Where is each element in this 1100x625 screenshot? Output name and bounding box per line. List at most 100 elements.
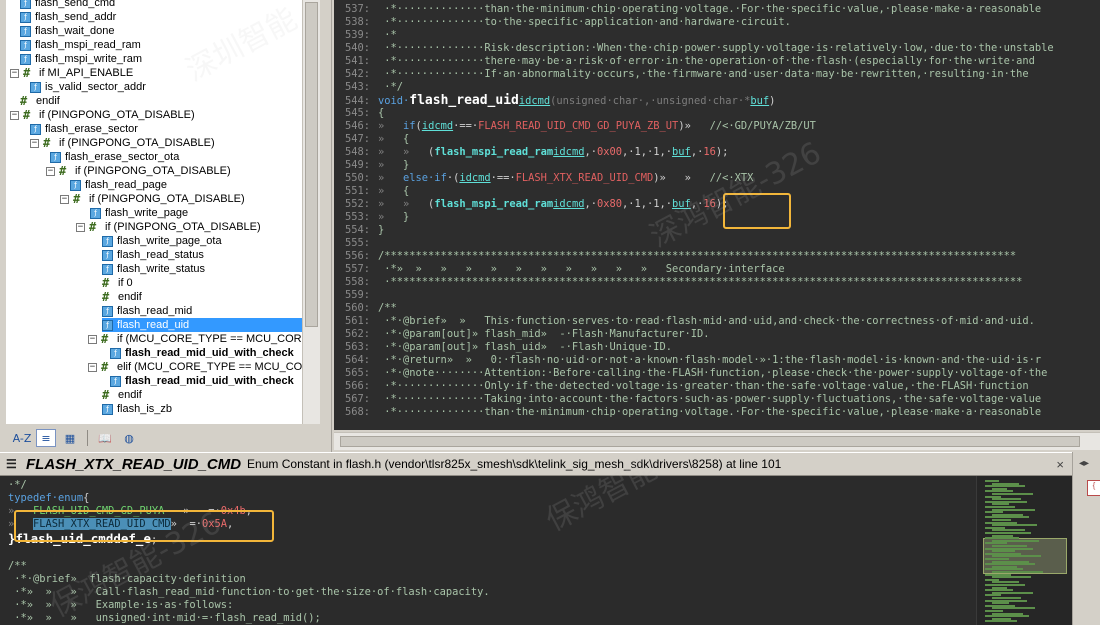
- tree-item[interactable]: ƒ flash_mspi_write_ram: [20, 52, 142, 66]
- tree-item[interactable]: − # elif (MCU_CORE_TYPE == MCU_CORE: [88, 360, 302, 374]
- close-icon[interactable]: ×: [1056, 457, 1064, 472]
- tree-item[interactable]: − # if (PINGPONG_OTA_DISABLE): [10, 108, 195, 122]
- preprocessor-icon: #: [20, 94, 28, 108]
- tree-item[interactable]: ƒ flash_mspi_read_ram: [20, 38, 141, 52]
- collapse-icon[interactable]: −: [10, 68, 19, 78]
- category-view-icon[interactable]: ▦: [60, 429, 80, 447]
- tree-item[interactable]: ƒ flash_write_status: [102, 262, 205, 276]
- tree-item[interactable]: ƒ flash_send_addr: [20, 10, 116, 24]
- scrollbar-thumb[interactable]: [305, 2, 318, 327]
- preprocessor-icon: #: [102, 290, 110, 304]
- source-code-view[interactable]: 537: ·*··············than·the·minimum·ch…: [334, 0, 1100, 430]
- tree-item-label: flash_is_zb: [117, 403, 173, 415]
- scrollbar-thumb[interactable]: [340, 436, 1080, 447]
- tree-item[interactable]: ƒ flash_write_page: [90, 206, 188, 220]
- tree-item[interactable]: ƒ flash_send_cmd: [20, 0, 115, 10]
- tree-item[interactable]: − # if MI_API_ENABLE: [10, 66, 133, 80]
- tree-item[interactable]: ƒ flash_read_status: [102, 248, 204, 262]
- tree-item[interactable]: − # if (PINGPONG_OTA_DISABLE): [60, 192, 245, 206]
- function-icon: ƒ: [30, 81, 41, 93]
- code-text: }: [403, 159, 410, 171]
- tree-item[interactable]: ƒ flash_erase_sector: [30, 122, 138, 136]
- collapse-icon[interactable]: −: [88, 362, 97, 372]
- collapse-icon[interactable]: −: [46, 166, 55, 176]
- tree-item[interactable]: − # if (PINGPONG_OTA_DISABLE): [46, 164, 231, 178]
- tree-item[interactable]: # endif: [102, 290, 142, 304]
- tree-item-label: elif (MCU_CORE_TYPE == MCU_CORE: [117, 361, 302, 373]
- code-line: 546:» if(idcmd·==·FLASH_READ_UID_CMD_GD_…: [334, 120, 816, 133]
- line-number: 560:: [344, 302, 370, 314]
- code-line: 542: ·*··············If·an·abnormality·o…: [334, 68, 1029, 81]
- code-text: ·*·@brief» flash·capacity·definition: [8, 573, 246, 585]
- code-line: ·*/: [8, 479, 27, 492]
- function-icon: ƒ: [102, 305, 113, 317]
- symbol-toolbar: A-Z ≡ ▦ 📖 ◍: [6, 426, 320, 450]
- collapse-icon[interactable]: −: [10, 110, 19, 120]
- globe-icon[interactable]: ◍: [119, 429, 139, 447]
- tree-item[interactable]: ƒ flash_read_mid: [102, 304, 192, 318]
- tree-item[interactable]: ƒ flash_read_uid: [102, 318, 302, 332]
- tree-item[interactable]: ƒ flash_read_mid_uid_with_check: [110, 346, 294, 360]
- number-literal: 0x00: [596, 146, 622, 158]
- tree-item[interactable]: # if 0: [102, 276, 133, 290]
- editor-horizontal-scrollbar[interactable]: [334, 432, 1100, 450]
- line-number: 556:: [344, 250, 370, 262]
- tree-item[interactable]: − # if (MCU_CORE_TYPE == MCU_CORE_8: [88, 332, 302, 346]
- line-number: 553:: [344, 211, 370, 223]
- tree-item-label: if (PINGPONG_OTA_DISABLE): [39, 109, 195, 121]
- tree-item[interactable]: ƒ flash_erase_sector_ota: [50, 150, 179, 164]
- code-text: ·*··············If·an·abnormality·occurs…: [378, 68, 1029, 80]
- symbol-tree-scrollbar[interactable]: [302, 0, 320, 424]
- collapse-icon[interactable]: −: [30, 138, 39, 148]
- function-icon: ƒ: [20, 0, 31, 9]
- variable: buf: [750, 95, 770, 107]
- collapse-icon[interactable]: −: [60, 194, 69, 204]
- highlight-box-enum-value: [14, 510, 274, 542]
- code-text: ·*·@return» » 0:·flash·no·uid·or·not·a·k…: [378, 354, 1042, 366]
- sort-az-icon[interactable]: A-Z: [12, 429, 32, 447]
- context-minimap[interactable]: [976, 476, 1072, 625]
- code-line: 551: » {: [334, 185, 409, 198]
- code-line: ·*» » » unsigned·int·mid·=·flash_read_mi…: [8, 612, 321, 625]
- code-text: {: [83, 492, 90, 504]
- preprocessor-icon: #: [101, 360, 109, 374]
- tree-item-label: if MI_API_ENABLE: [39, 67, 134, 79]
- code-line: 557: ·*» » » » » » » » » » » Secondary·i…: [334, 263, 785, 276]
- code-line: 548:» » (flash_mspi_read_ramidcmd,·0x00,…: [334, 146, 728, 159]
- line-number: 547:: [344, 133, 370, 145]
- collapse-icon[interactable]: −: [88, 334, 97, 344]
- line-number: 538:: [344, 16, 370, 28]
- code-line: 544: void·flash_read_uididcmd(unsigned·ch…: [334, 92, 775, 109]
- function-icon: ƒ: [102, 249, 113, 261]
- tree-item-label: if (PINGPONG_OTA_DISABLE): [89, 193, 245, 205]
- highlight-box-buf-arg: [723, 193, 791, 229]
- list-view-icon[interactable]: ≡: [36, 429, 56, 447]
- tree-item[interactable]: ƒ is_valid_sector_addr: [30, 80, 146, 94]
- tree-item[interactable]: # endif: [102, 388, 142, 402]
- code-text: void·: [378, 95, 410, 107]
- panel-toggle-icon[interactable]: ◂▸: [1079, 458, 1089, 469]
- code-text: ·*··············to·the·specific·applicat…: [378, 16, 791, 28]
- tree-item[interactable]: ƒ flash_wait_done: [20, 24, 115, 38]
- function-icon: ƒ: [70, 179, 81, 191]
- keyword: else·if: [403, 172, 447, 184]
- code-text: ·*··············than·the·minimum·chip·op…: [378, 3, 1042, 15]
- tree-item[interactable]: − # if (PINGPONG_OTA_DISABLE): [76, 220, 261, 234]
- symbol-tree[interactable]: ƒ flash_send_cmd ƒ flash_send_addr ƒ flash_wa…: [6, 0, 302, 424]
- code-text: ·*··············Taking·into·account·the·…: [378, 393, 1042, 405]
- variable: buf: [672, 146, 691, 158]
- tree-item[interactable]: # endif: [20, 94, 60, 108]
- document-icon[interactable]: {: [1087, 480, 1100, 496]
- tree-item[interactable]: − # if (PINGPONG_OTA_DISABLE): [30, 136, 215, 150]
- tree-item[interactable]: ƒ flash_read_page: [70, 178, 167, 192]
- context-code-view[interactable]: ·*/typedef·enum{» FLASH_UID_CMD_GD_PUYA …: [0, 476, 976, 625]
- macro-constant: FLASH_XTX_READ_UID_CMD: [515, 172, 654, 184]
- indent-arrows: » »: [378, 146, 429, 158]
- variable: idcmd: [518, 95, 551, 107]
- collapse-icon[interactable]: −: [76, 222, 85, 232]
- tree-item[interactable]: ƒ flash_write_page_ota: [102, 234, 222, 248]
- book-icon[interactable]: 📖: [95, 429, 115, 447]
- tree-item[interactable]: ƒ flash_read_mid_uid_with_check: [110, 374, 294, 388]
- tree-item[interactable]: ƒ flash_is_zb: [102, 402, 172, 416]
- indent-arrows: »: [378, 211, 404, 223]
